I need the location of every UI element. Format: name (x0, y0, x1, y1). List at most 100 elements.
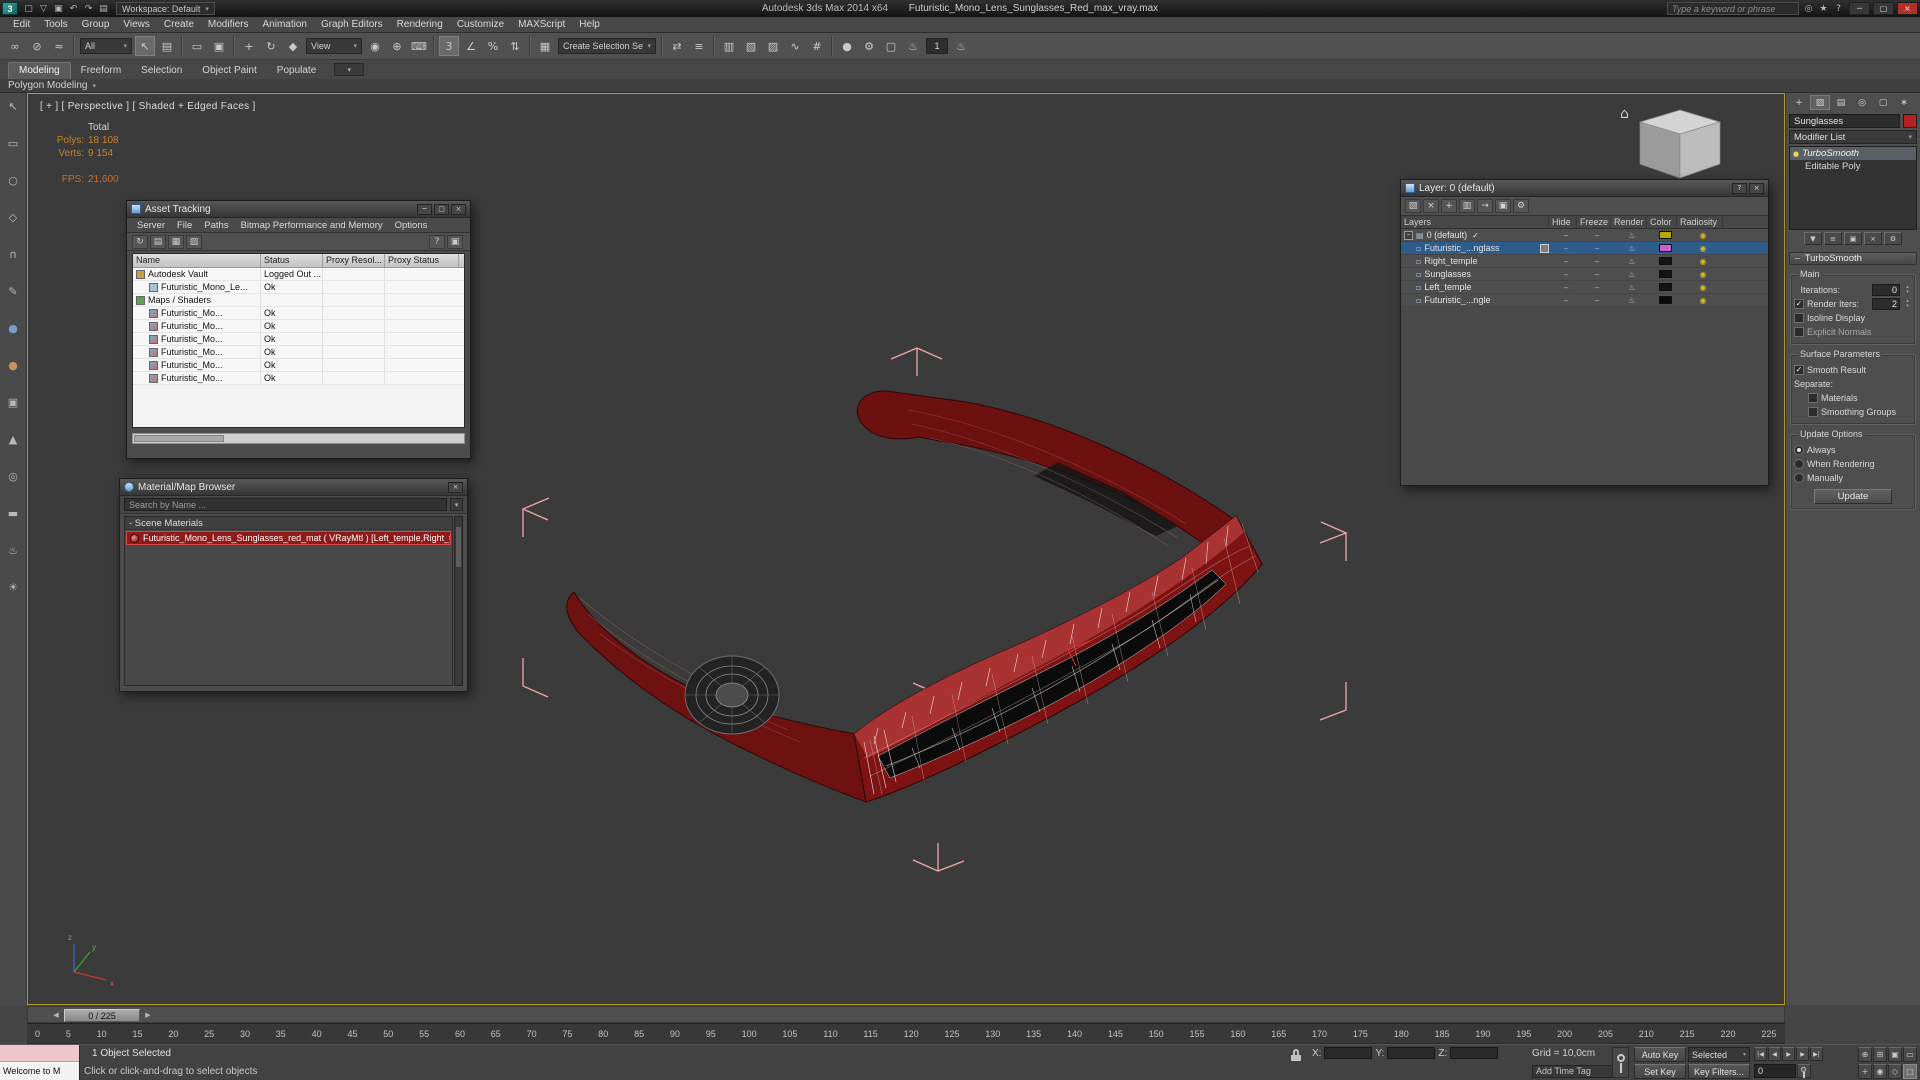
next-frame-arrow[interactable]: ▶ (142, 1009, 154, 1022)
layer-column-render[interactable]: Render (1611, 216, 1647, 228)
toggle-scene-explorer-icon[interactable]: ▥ (719, 36, 739, 56)
object-color-swatch[interactable] (1903, 114, 1917, 128)
select-and-manipulate-icon[interactable]: ⊕ (387, 36, 407, 56)
radiosity-toggle-icon[interactable]: ◉ (1680, 257, 1726, 266)
motion-tab[interactable]: ◎ (1852, 95, 1872, 110)
render-toggle-icon[interactable]: ♨ (1614, 296, 1650, 305)
viewport-label[interactable]: [ + ] [ Perspective ] [ Shaded + Edged F… (40, 101, 256, 112)
asset-column-header[interactable]: Status (261, 254, 323, 267)
utilities-tab[interactable]: ∗ (1894, 95, 1914, 110)
render-toggle-icon[interactable]: ♨ (1614, 231, 1650, 240)
orbit-button[interactable]: ◉ (1873, 1064, 1887, 1079)
ribbon-tab-modeling[interactable]: Modeling (8, 62, 71, 79)
object-name-field[interactable]: Sunglasses (1789, 114, 1900, 128)
infocenter-help-icon[interactable]: ? (1831, 2, 1846, 15)
schematic-view-icon[interactable]: # (807, 36, 827, 56)
time-slider-handle[interactable]: 0 / 225 (64, 1009, 140, 1022)
selection-filter-dropdown[interactable]: All ▾ (80, 38, 132, 54)
freeze-toggle[interactable]: – (1580, 257, 1614, 266)
radiosity-toggle-icon[interactable]: ◉ (1680, 283, 1726, 292)
menu-item-modifiers[interactable]: Modifiers (201, 17, 256, 32)
smoothing-groups-checkbox[interactable] (1808, 407, 1818, 417)
menu-item-create[interactable]: Create (157, 17, 201, 32)
modifier-enable-bulb-icon[interactable]: ● (1793, 150, 1799, 158)
layer-color-cell[interactable] (1650, 296, 1680, 304)
hide-toggle[interactable]: – (1552, 244, 1580, 253)
use-pivot-point-icon[interactable]: ◉ (365, 36, 385, 56)
radiosity-toggle-icon[interactable]: ◉ (1680, 231, 1726, 240)
set-keys-button[interactable] (1612, 1047, 1629, 1078)
create-new-layer-icon[interactable]: ▧ (1405, 199, 1421, 213)
asset-row[interactable]: Futuristic_Mo... Ok (133, 320, 464, 333)
bind-to-space-warp-icon[interactable]: ≈ (49, 36, 69, 56)
light-tool-icon[interactable]: ☀ (5, 580, 22, 595)
edit-named-selection-sets-icon[interactable]: ▦ (535, 36, 555, 56)
close-button[interactable]: × (1897, 2, 1918, 15)
open-file-icon[interactable]: ▽ (36, 2, 51, 15)
configure-modifier-sets-icon[interactable]: ⚙ (1884, 232, 1902, 245)
zoom-all-button[interactable]: ⊞ (1873, 1047, 1887, 1062)
polygon-tool-icon[interactable]: ◇ (5, 210, 22, 225)
material-list-item[interactable]: Futuristic_Mono_Lens_Sunglasses_red_mat … (126, 531, 451, 545)
mirror-icon[interactable]: ⇄ (667, 36, 687, 56)
render-iters-spinner[interactable]: ▴ ▾ (1903, 299, 1912, 309)
workspace-dropdown[interactable]: Workspace: Default ▾ (116, 2, 215, 15)
ribbon-tab-populate[interactable]: Populate (267, 63, 326, 79)
make-unique-icon[interactable]: ▣ (1844, 232, 1862, 245)
minimize-button[interactable]: ─ (417, 203, 432, 215)
menu-item-help[interactable]: Help (572, 17, 607, 32)
layer-row[interactable]: ▫ Right_temple – – ♨ ◉ (1401, 255, 1768, 268)
always-radio[interactable] (1794, 445, 1804, 455)
layer-color-swatch[interactable] (1658, 283, 1672, 291)
key-mode-toggle-button[interactable] (1797, 1064, 1811, 1078)
current-frame-field[interactable]: 0 (1754, 1064, 1796, 1078)
filter-icon[interactable]: ▨ (186, 234, 202, 249)
go-to-end-button[interactable]: ▶| (1810, 1047, 1823, 1061)
refresh-status-icon[interactable]: ↻ (132, 234, 148, 249)
isoline-display-checkbox[interactable] (1794, 313, 1804, 323)
project-folder-icon[interactable]: ▤ (96, 2, 111, 15)
render-iters-checkbox[interactable]: ✓ (1794, 299, 1804, 309)
menu-item-graph-editors[interactable]: Graph Editors (314, 17, 390, 32)
menu-item-customize[interactable]: Customize (450, 17, 511, 32)
asset-table[interactable]: Name Status Proxy Resol... Proxy Status Aut… (132, 253, 465, 428)
sphere-brush-icon[interactable]: ● (5, 321, 22, 336)
iterations-field[interactable]: 0 (1872, 284, 1900, 296)
track-bar[interactable]: 0 5 10 15 20 25 30 35 40 45 50 55 60 65 70 75 80 85 90 95 10… (27, 1023, 1785, 1044)
layer-column-color[interactable]: Color (1647, 216, 1677, 228)
menu-item-group[interactable]: Group (75, 17, 117, 32)
listener-pane[interactable]: Welcome to M (0, 1062, 79, 1080)
selection-lock-toggle[interactable] (1290, 1049, 1303, 1062)
circle-tool-icon[interactable]: ○ (5, 173, 22, 188)
freeze-toggle[interactable]: – (1580, 283, 1614, 292)
menu-item-edit[interactable]: Edit (6, 17, 37, 32)
layer-column-hide[interactable]: Hide (1549, 216, 1577, 228)
asset-row[interactable]: Autodesk Vault Logged Out ... (133, 268, 464, 281)
layer-edit-box[interactable] (1540, 243, 1549, 253)
create-tab[interactable]: + (1789, 95, 1809, 110)
hide-toggle[interactable]: – (1552, 257, 1580, 266)
turbosmooth-rollout-header[interactable]: − TurboSmooth (1789, 252, 1917, 265)
previous-frame-button[interactable]: ◀ (1768, 1047, 1781, 1061)
x-coordinate-field[interactable] (1324, 1047, 1373, 1059)
select-highlighted-objects-icon[interactable]: ▥ (1459, 199, 1475, 213)
close-button[interactable]: × (451, 203, 466, 215)
layer-row[interactable]: − ▤ 0 (default) ✓ – – ♨ ◉ (1401, 229, 1768, 242)
spin-down-icon[interactable]: ▾ (1903, 304, 1912, 309)
layer-color-swatch[interactable] (1658, 270, 1672, 278)
modifier-list-dropdown[interactable]: Modifier List ▾ (1789, 130, 1917, 144)
infocenter-search-input[interactable] (1667, 2, 1799, 15)
macro-recorder-pane[interactable] (0, 1045, 79, 1062)
asset-tracking-title-bar[interactable]: Asset Tracking ─ ▢ × (127, 201, 470, 218)
asset-row[interactable]: Futuristic_Mo... Ok (133, 372, 464, 385)
asset-menu-options[interactable]: Options (389, 220, 434, 231)
asset-menu-paths[interactable]: Paths (198, 220, 234, 231)
redo-icon[interactable]: ↷ (81, 2, 96, 15)
merge-layers-icon[interactable]: ▣ (1495, 199, 1511, 213)
layer-column-layers[interactable]: Layers (1401, 216, 1549, 228)
layer-properties-icon[interactable]: ⚙ (1513, 199, 1529, 213)
time-slider[interactable]: ◀ 0 / 225 ▶ (27, 1006, 1785, 1023)
select-and-move-icon[interactable]: + (239, 36, 259, 56)
select-by-name-icon[interactable]: ▤ (157, 36, 177, 56)
layer-color-swatch[interactable] (1658, 231, 1672, 239)
